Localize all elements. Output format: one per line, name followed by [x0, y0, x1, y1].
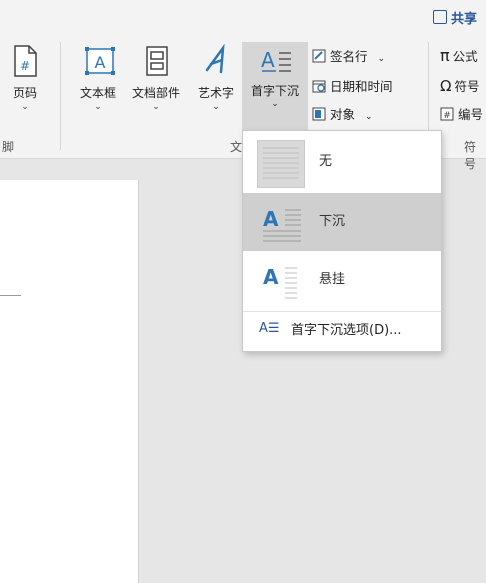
wordart-label: 艺术字 — [197, 86, 234, 100]
text-box-icon: A — [83, 44, 115, 78]
chevron-down-icon: ⌄ — [94, 102, 102, 112]
quick-parts-button[interactable]: 文档部件 ⌄ — [128, 44, 184, 112]
calendar-clock-icon — [312, 79, 326, 93]
document-page[interactable] — [0, 180, 139, 583]
omega-icon: Ω — [440, 77, 452, 95]
page-rule-line — [0, 295, 21, 296]
svg-text:A: A — [95, 53, 106, 72]
page-number-icon: # — [10, 44, 40, 78]
equation-button[interactable]: π 公式 — [440, 46, 478, 65]
numbering-button[interactable]: # 编号 — [440, 104, 483, 123]
text-group-label: 文 — [230, 140, 243, 154]
svg-text:A: A — [263, 265, 279, 289]
dropcap-none-icon — [256, 139, 306, 189]
svg-text:#: # — [443, 111, 451, 121]
menu-item-in-margin-label: 悬挂 — [319, 272, 346, 287]
drop-cap-button[interactable]: A 首字下沉 ⌄ — [242, 42, 308, 130]
chevron-down-icon: ⌄ — [271, 99, 279, 109]
header-footer-group-label: 脚 — [2, 140, 15, 154]
quick-parts-label: 文档部件 — [131, 86, 180, 100]
chevron-down-icon: ⌄ — [377, 54, 386, 64]
share-icon — [433, 10, 447, 24]
wordart-button[interactable]: 艺术字 ⌄ — [188, 43, 244, 112]
drop-cap-options-label: 首字下沉选项(D)... — [291, 323, 402, 338]
menu-item-none-label: 无 — [319, 154, 333, 169]
share-button[interactable]: 共享 — [433, 8, 477, 27]
page-number-label: 页码 — [12, 86, 37, 100]
menu-item-dropped-label: 下沉 — [319, 214, 346, 229]
text-box-button[interactable]: A 文本框 ⌄ — [70, 44, 126, 112]
drop-cap-options-item[interactable]: A☰ 首字下沉选项(D)... — [243, 312, 441, 350]
menu-item-dropped[interactable]: A 下沉 — [243, 193, 441, 251]
drop-cap-menu: 无 A 下沉 A 悬挂 A☰ 首字下沉选项(D)... — [242, 130, 442, 352]
pi-icon: π — [440, 46, 450, 65]
object-icon — [312, 107, 326, 121]
symbol-button[interactable]: Ω 符号 — [440, 76, 479, 95]
menu-item-none[interactable]: 无 — [243, 133, 441, 191]
wordart-icon — [201, 43, 231, 78]
symbols-group-label: 符号 — [464, 140, 477, 171]
quick-parts-icon — [141, 44, 171, 78]
text-box-label: 文本框 — [79, 86, 116, 100]
chevron-down-icon: ⌄ — [152, 102, 160, 112]
number-icon: # — [440, 107, 454, 121]
chevron-down-icon: ⌄ — [212, 102, 220, 112]
drop-cap-small-icon: A☰ — [259, 321, 280, 336]
drop-cap-label: 首字下沉 — [250, 84, 299, 98]
group-divider — [60, 42, 61, 150]
drop-cap-icon: A — [260, 44, 291, 78]
date-time-button[interactable]: 日期和时间 — [312, 76, 393, 95]
page-number-button[interactable]: # 页码 ⌄ — [0, 44, 53, 112]
signature-line-button[interactable]: 签名行 ⌄ — [312, 46, 385, 65]
object-button[interactable]: 对象 ⌄ — [312, 104, 373, 123]
svg-text:A: A — [261, 48, 275, 72]
dropcap-margin-icon: A — [257, 258, 305, 306]
dropcap-dropped-icon: A — [257, 200, 305, 248]
svg-text:A: A — [263, 207, 279, 231]
signature-line-icon — [312, 49, 326, 63]
chevron-down-icon: ⌄ — [365, 112, 373, 122]
svg-text:#: # — [20, 59, 30, 73]
menu-item-in-margin[interactable]: A 悬挂 — [243, 251, 441, 309]
chevron-down-icon: ⌄ — [21, 102, 29, 112]
